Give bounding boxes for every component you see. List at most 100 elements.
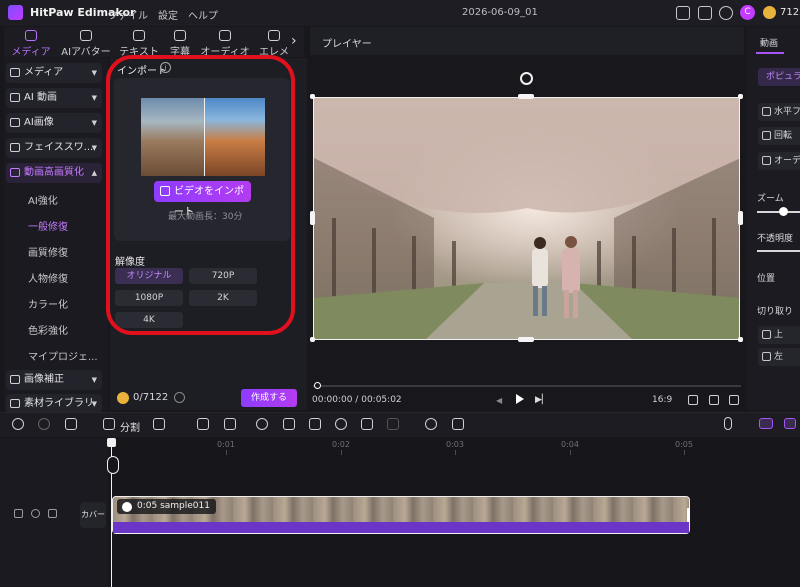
marker-icon[interactable]: [197, 418, 209, 430]
menu-bar: ファイル 設定 ヘルプ: [108, 7, 218, 22]
speed-icon[interactable]: [256, 418, 268, 430]
reverse-icon[interactable]: [335, 418, 347, 430]
resize-handle-tl[interactable]: [310, 94, 315, 99]
popular-button[interactable]: ポピュラ: [758, 68, 800, 86]
tab-ai-avatar[interactable]: AIアバター: [60, 27, 112, 58]
track-mute-icon[interactable]: [48, 509, 57, 518]
tab-media[interactable]: メディア: [8, 27, 54, 58]
sidebar-sub-color-enhance[interactable]: 色彩強化: [28, 322, 68, 337]
sidebar-sub-my-projects[interactable]: マイプロジェ...: [28, 348, 98, 363]
tab-subtitles[interactable]: 字幕: [165, 27, 195, 58]
sidebar-sub-quality-repair[interactable]: 画質修復: [28, 244, 68, 259]
undo-icon[interactable]: [12, 418, 24, 430]
sidebar-sub-general-repair[interactable]: 一般修復: [28, 218, 68, 233]
music-icon: [219, 30, 231, 41]
flip-icon: [762, 107, 771, 116]
crop-label: 切り取り: [757, 307, 794, 317]
resize-handle-right[interactable]: [738, 211, 743, 225]
timeline-tick: 0:02: [332, 440, 350, 449]
ai-image-icon: [10, 118, 20, 127]
sidebar-item-image-correction[interactable]: 画像補正 ▼: [6, 370, 102, 390]
cover-button[interactable]: カバー: [80, 502, 106, 528]
feedback-icon[interactable]: [698, 6, 712, 20]
microphone-icon[interactable]: [724, 417, 732, 430]
track-controls: [14, 509, 57, 518]
seek-knob[interactable]: [314, 382, 321, 389]
flip-horizontal-button[interactable]: 水平フ: [758, 103, 800, 121]
previous-frame-icon[interactable]: ◀: [496, 396, 502, 405]
resize-handle-tr[interactable]: [738, 94, 743, 99]
grid-icon[interactable]: [709, 395, 719, 405]
clip-trim-handle[interactable]: [687, 508, 690, 522]
resize-handle-top[interactable]: [518, 94, 534, 99]
transform-icon[interactable]: [309, 418, 321, 430]
snap-toggle-icon[interactable]: [759, 418, 773, 429]
playhead-handle[interactable]: [107, 438, 116, 447]
rotate-button[interactable]: 回転: [758, 127, 800, 145]
sidebar-sub-ai-enhance[interactable]: AI強化: [28, 192, 58, 207]
layout-icon[interactable]: [676, 6, 690, 20]
split-marker-icon[interactable]: [107, 456, 119, 474]
delete-icon[interactable]: [65, 418, 77, 430]
mirror-icon[interactable]: [361, 418, 373, 430]
chevron-down-icon: ▼: [91, 119, 97, 127]
tab-audio[interactable]: オーディオ: [200, 27, 250, 58]
track-visibility-icon[interactable]: [31, 509, 40, 518]
snapshot-icon[interactable]: [688, 395, 698, 405]
coin-icon: [117, 392, 129, 404]
crop-top-field[interactable]: 上: [758, 326, 800, 344]
player-header: [310, 27, 744, 55]
zoom-slider-knob[interactable]: [779, 207, 788, 216]
resize-handle-bottom[interactable]: [518, 337, 534, 342]
scissors-icon[interactable]: [103, 418, 115, 430]
rotate-icon[interactable]: [520, 72, 533, 85]
track-lock-icon[interactable]: [14, 509, 23, 518]
play-icon[interactable]: [516, 394, 524, 404]
tab-elements[interactable]: エレメ: [256, 27, 292, 57]
sidebar-item-video-enhance[interactable]: 動画高画質化 ▲: [6, 163, 102, 183]
menu-file[interactable]: ファイル: [108, 7, 148, 22]
timecode: 00:00:00 / 00:05:02: [312, 395, 402, 405]
link-toggle-icon[interactable]: [784, 418, 796, 429]
resize-handle-left[interactable]: [310, 211, 315, 225]
opacity-slider[interactable]: [757, 250, 800, 252]
create-button[interactable]: 作成する: [241, 389, 297, 407]
face-icon[interactable]: [425, 418, 437, 430]
sidebar-sub-portrait-repair[interactable]: 人物修復: [28, 270, 68, 285]
sidebar-item-face-swap[interactable]: フェイススワ... ▼: [6, 138, 102, 158]
stabilize-icon[interactable]: [387, 418, 399, 430]
sidebar-item-media[interactable]: メディア ▼: [6, 63, 102, 83]
position-label: 位置: [757, 274, 776, 284]
split-button[interactable]: 分割: [120, 419, 140, 434]
sidebar-item-asset-library[interactable]: 素材ライブラリ ▼: [6, 394, 102, 414]
download-icon[interactable]: [719, 6, 733, 20]
sidebar-item-ai-video[interactable]: AI 動画 ▼: [6, 88, 102, 108]
chevron-down-icon: ▼: [91, 376, 97, 384]
text-style-icon[interactable]: [224, 418, 236, 430]
audio-button[interactable]: オーデ: [758, 152, 800, 170]
menu-help[interactable]: ヘルプ: [188, 7, 218, 22]
fullscreen-icon[interactable]: [729, 395, 739, 405]
resize-handle-br[interactable]: [738, 337, 743, 342]
tabs-next-icon[interactable]: ›: [291, 33, 297, 49]
refresh-icon[interactable]: [174, 392, 185, 403]
next-frame-icon[interactable]: ▶▏: [535, 395, 549, 405]
redo-icon[interactable]: [38, 418, 50, 430]
seek-bar[interactable]: [313, 385, 741, 387]
tab-text[interactable]: テキスト: [118, 27, 160, 58]
sidebar-item-ai-image[interactable]: AI画像 ▼: [6, 113, 102, 133]
crop-icon[interactable]: [283, 418, 295, 430]
crop-left-field[interactable]: 左: [758, 348, 800, 366]
ai-tools-icon[interactable]: [153, 418, 165, 430]
document-title: 2026-06-09_01: [462, 7, 538, 18]
export-frame-icon[interactable]: [452, 418, 464, 430]
tab-video[interactable]: 動画: [760, 36, 778, 49]
video-frame[interactable]: [313, 97, 740, 340]
resize-handle-bl[interactable]: [310, 337, 315, 342]
menu-settings[interactable]: 設定: [158, 7, 178, 22]
face-swap-icon: [10, 143, 20, 152]
avatar[interactable]: C: [740, 5, 755, 20]
media-tabs: メディア AIアバター テキスト 字幕 オーディオ エレメ: [4, 27, 304, 58]
aspect-ratio-select[interactable]: 16:9: [652, 395, 672, 405]
sidebar-sub-colorize[interactable]: カラー化: [28, 296, 68, 311]
